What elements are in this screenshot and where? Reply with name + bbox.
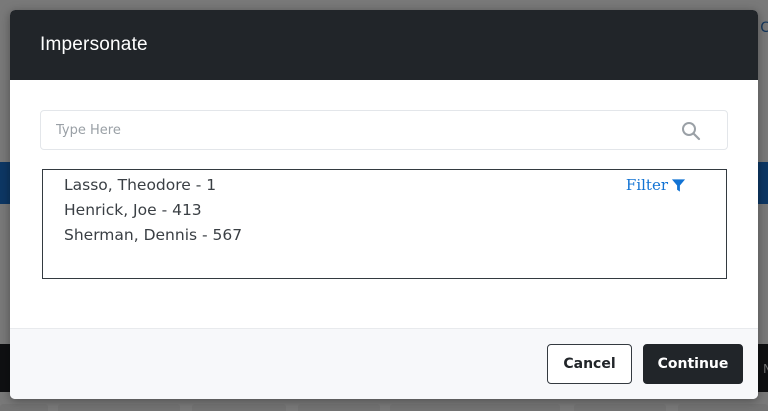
user-list-item[interactable]: Lasso, Theodore - 1 xyxy=(64,175,242,200)
dialog-title: Impersonate xyxy=(40,34,148,55)
dialog-body: Lasso, Theodore - 1 Henrick, Joe - 413 S… xyxy=(10,80,758,328)
user-list: Lasso, Theodore - 1 Henrick, Joe - 413 S… xyxy=(64,175,242,250)
user-list-item[interactable]: Henrick, Joe - 413 xyxy=(64,200,242,225)
continue-button[interactable]: Continue xyxy=(643,344,743,384)
search-input[interactable] xyxy=(41,112,661,148)
search-box xyxy=(40,110,728,150)
search-icon[interactable] xyxy=(681,121,701,141)
cancel-button[interactable]: Cancel xyxy=(547,344,632,384)
user-list-box: Lasso, Theodore - 1 Henrick, Joe - 413 S… xyxy=(42,169,727,279)
user-list-item[interactable]: Sherman, Dennis - 567 xyxy=(64,225,242,250)
dialog-header: Impersonate xyxy=(10,10,758,80)
filter-button[interactable]: Filter xyxy=(626,176,686,194)
dialog-footer: Cancel Continue xyxy=(10,328,758,399)
impersonate-dialog: Impersonate Lasso, Theodore - 1 Henrick,… xyxy=(10,10,758,399)
funnel-icon xyxy=(671,178,686,192)
filter-label: Filter xyxy=(625,176,668,194)
